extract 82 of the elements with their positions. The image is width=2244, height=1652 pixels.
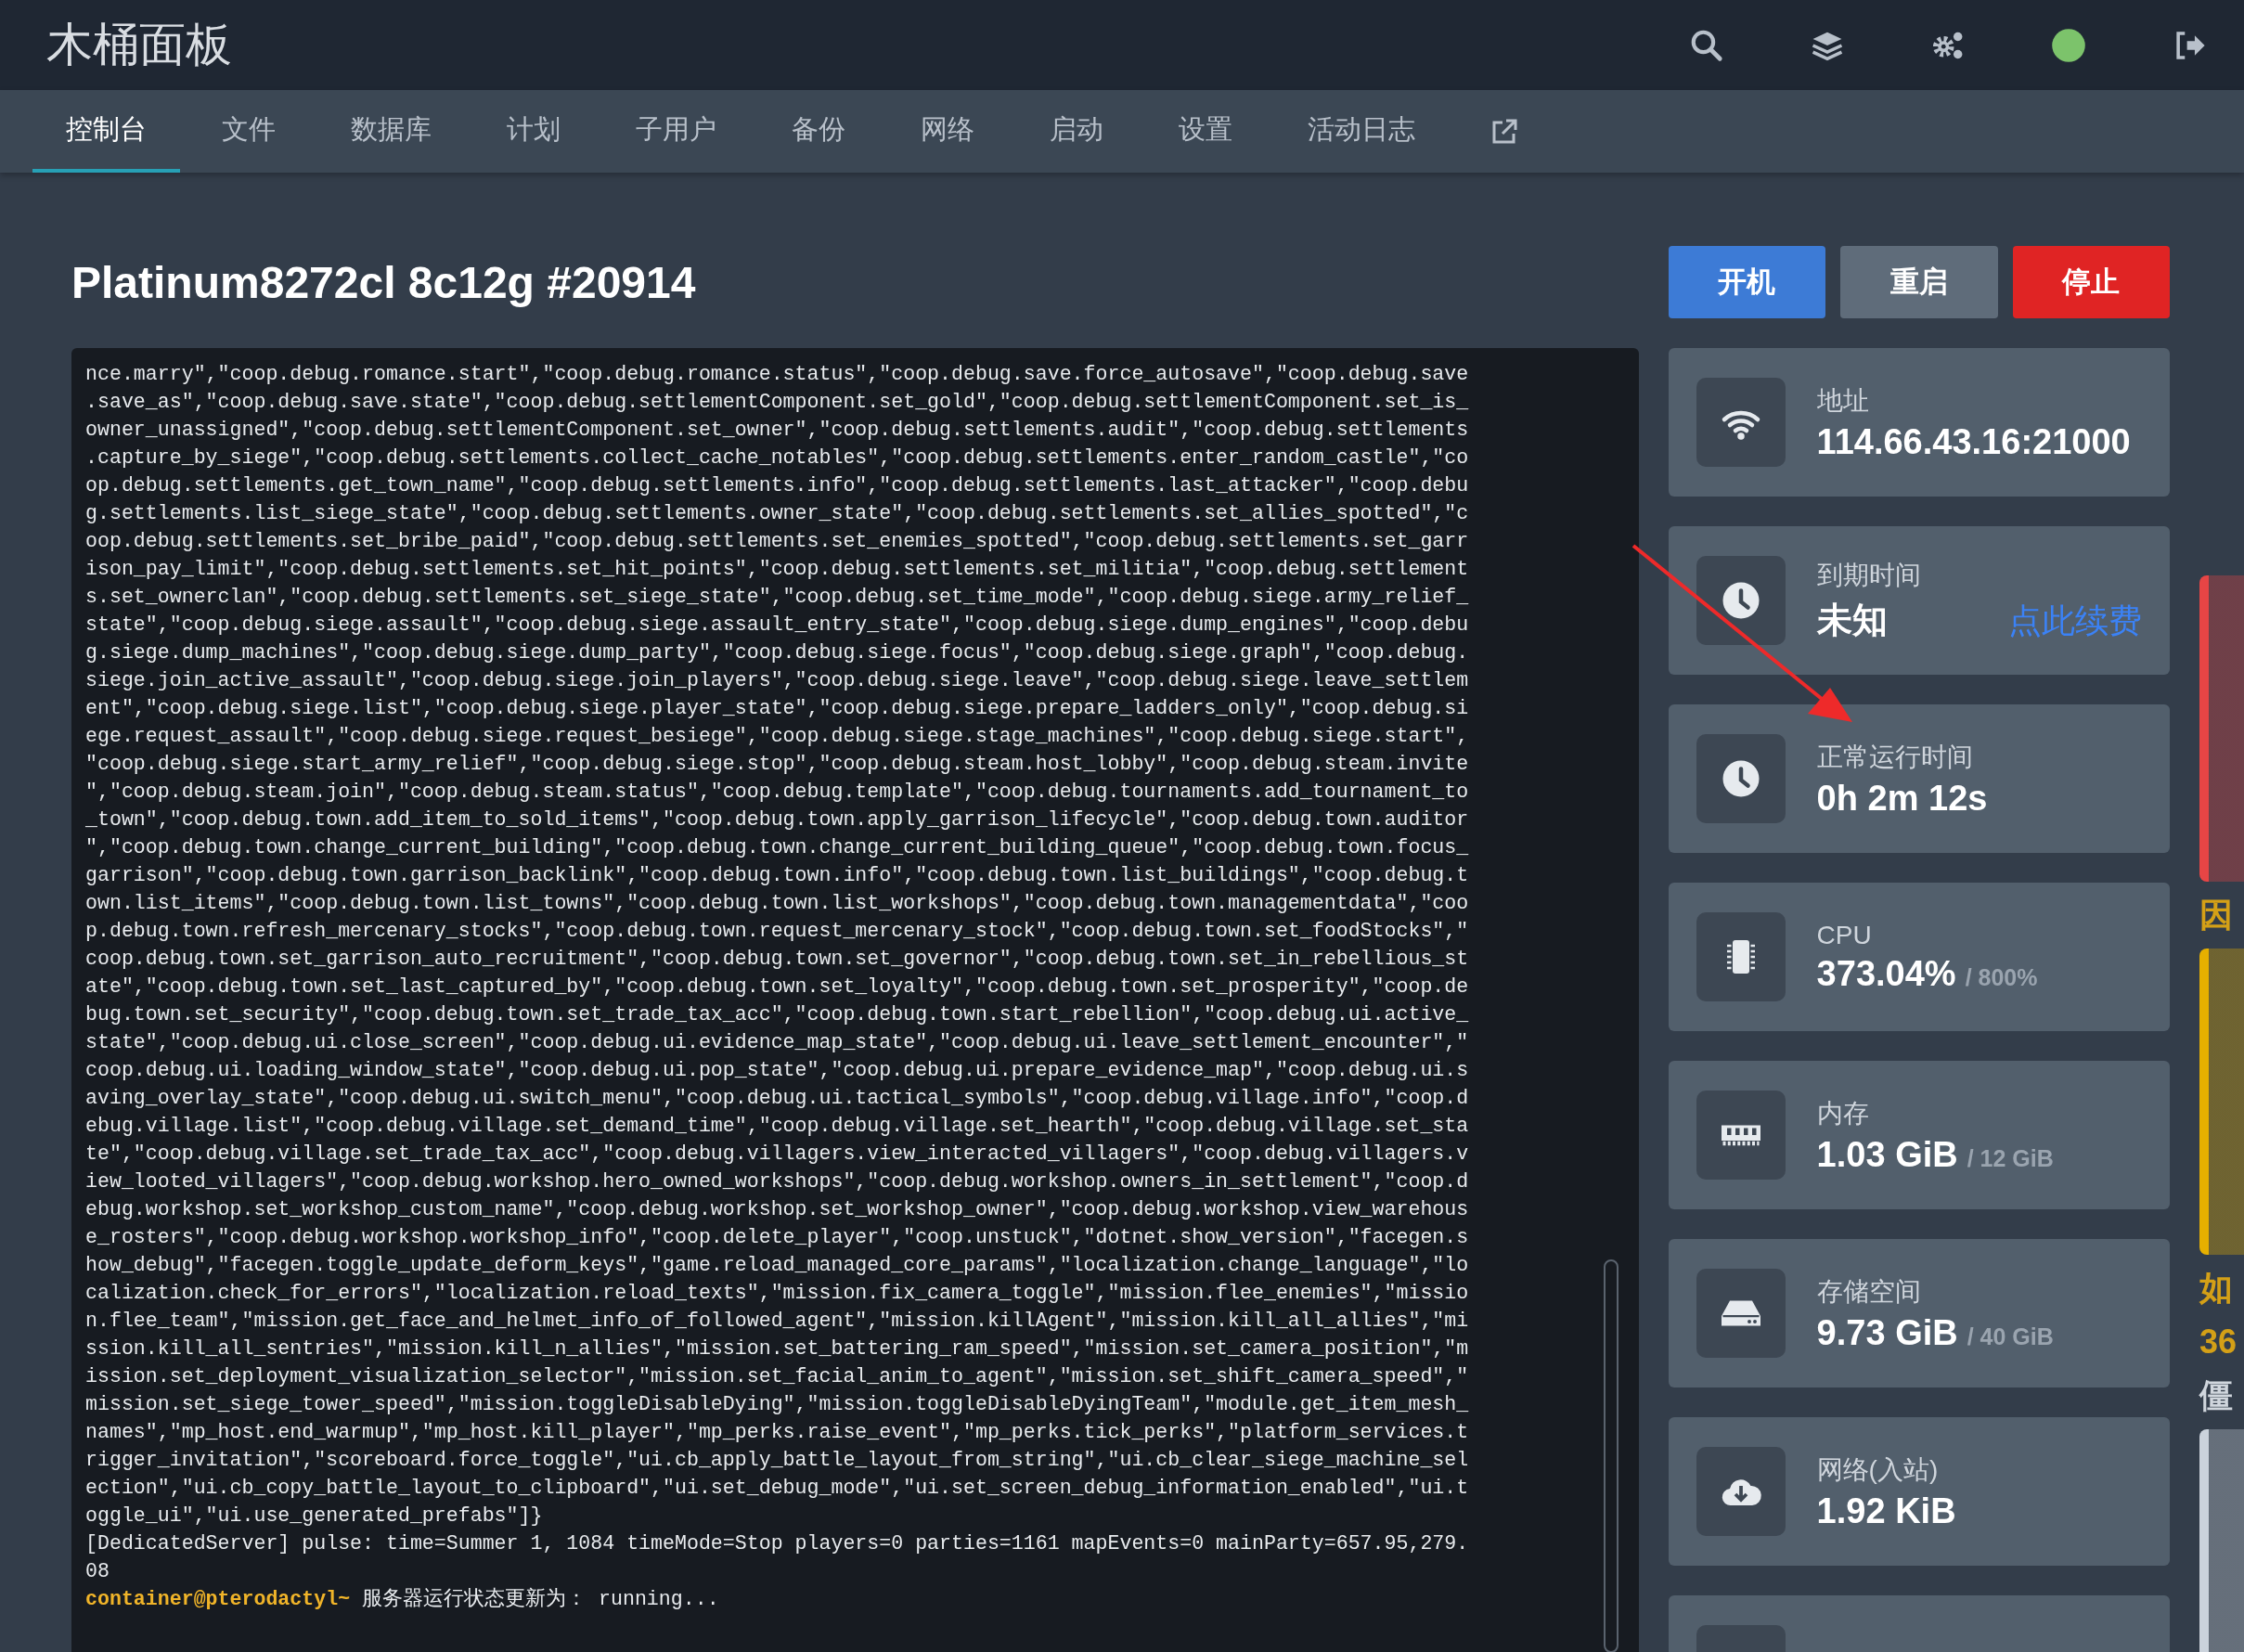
console-line: ission.set_deployment_visualization_selector","mission.set_facial_anim_to_agent","mission.set_shift_camera_speed"," [85,1364,1469,1389]
restart-button[interactable]: 重启 [1840,246,1998,318]
console-line: ebug.workshop.set_workshop_custom_name","coop.debug.workshop.set_workshop_owner","coop.debug.workshop.view_warehous [85,1197,1469,1222]
console-line: oop.debug.settlements.set_bribe_paid","coop.debug.settlements.set_enemies_spotted","coop.debug.settlements.set_garr [85,529,1469,554]
console-line: coop.debug.town.set_garrison_auto_recruitment","coop.debug.town.set_governor","coop.debug.town.set_in_rebellious_st [85,947,1469,972]
console-line: oggle_ui","ui.use_generated_prefabs"]} [85,1504,543,1529]
stat-value: 未知 [1816,599,1888,641]
console-line: siege.join_active_assault","coop.debug.siege.join_players","coop.debug.siege.leave","coop.debug.siege.leave_settlem [85,668,1469,693]
stat-label: 到期时间 [1816,559,1921,591]
stat-limit: / 800% [1965,963,2038,991]
console-line: aving_overlay_state","coop.debug.ui.switch_menu","coop.debug.ui.tactical_symbols","coop.debug.village.info","coop.d [85,1086,1469,1111]
console-line: coop.debug.ui.loading_window_state","coop.debug.ui.pop_state","coop.debug.ui.prepare_evidence_map","coop.debug.ui.s [85,1058,1469,1083]
console-line: calization.check_for_errors","localization.reload_texts","mission.fix_camera_toggle","mission.flee_enemies","missio [85,1281,1469,1306]
console-line: bug.town.set_security","coop.debug.town.set_trade_tax_acc","coop.debug.town.start_rebellion","coop.debug.ui.active_ [85,1002,1469,1027]
notice-text: 因 [2199,895,2234,936]
nav-tab[interactable]: 网络 [887,90,1008,173]
stat-label: 网络(入站) [1816,1453,1939,1486]
stat-label: CPU [1816,920,1872,950]
console-line: n.flee_team","mission.get_face_and_helmet_info_of_followed_agent","mission.killAgent","mission.kill_all_allies","mi [85,1309,1469,1334]
console-line: how_debug","facegen.toggle_update_deform_keys","game.reload_managed_core_params","localization.change_language","lo [85,1253,1469,1278]
nav-tab[interactable]: 子用户 [602,90,750,173]
stat-value: 1.03 GiB [1816,1134,1958,1175]
console-line: ","coop.debug.town.change_current_building","coop.debug.town.change_current_building_queue","coop.debug.town.focus_ [85,835,1469,860]
notice-text: 僵 [2199,1375,2234,1416]
console-line: ege.request_assault","coop.debug.siege.request_besiege","coop.debug.siege.stage_machines","coop.debug.siege.start", [85,724,1469,749]
start-button[interactable]: 开机 [1668,246,1826,318]
stat-limit: / 40 GiB [1967,1323,2054,1350]
notice-text: 36 [2199,1322,2238,1362]
nav-tab[interactable]: 计划 [473,90,594,173]
console-line: [DedicatedServer] pulse: time=Summer 1, 1084 timeMode=Stop players=0 parties=1161 mapEvents=0 mainParty=657.95,279. [85,1531,1469,1556]
console-line: ate","coop.debug.town.set_last_captured_by","coop.debug.town.set_loyalty","coop.debug.town.set_prosperity","coop.de [85,974,1469,1000]
console-line: iew_looted_villagers","coop.debug.workshop.hero_owned_workshops","coop.debug.workshop.owners_in_settlement","coop.d [85,1169,1469,1194]
nav-tab[interactable]: 数据库 [317,90,465,173]
notice-text: 如 [2199,1268,2234,1309]
console-line: ison_pay_limit","coop.debug.settlements.set_hit_points","coop.debug.settlements.set_militia","coop.debug.settlement [85,557,1469,582]
console-line: 08 [85,1559,110,1584]
console-line: nce.marry","coop.debug.romance.start","coop.debug.romance.status","coop.debug.save.force_autosave","coop.debug.save [85,362,1469,387]
nav-tab[interactable]: 文件 [188,90,309,173]
stat-value: 9.73 GiB [1816,1312,1958,1353]
console-line: names","mp_host.end_warmup","mp_host.kill_player","mp_perks.raise_event","mp_perks.tick_perks","platform_services.t [85,1420,1469,1445]
console-line: s.set_ownerclan","coop.debug.settlements.set_siege_state","coop.debug.set_time_mode","coop.debug.siege.army_relief_ [85,585,1469,610]
console-line: own.list_items","coop.debug.town.list_towns","coop.debug.town.list_workshops","coop.debug.town.managementdata","coo [85,891,1469,916]
stat-label: 正常运行时间 [1816,741,1973,773]
nav-tab[interactable]: 备份 [758,90,879,173]
console-line: ","coop.debug.steam.join","coop.debug.steam.status","coop.debug.template","coop.debug.tournaments.add_tournament_to [85,780,1469,805]
stat-value: 1.92 KiB [1816,1491,1956,1531]
console-line: e_rosters","coop.debug.workshop.workshop_info","coop.delete_player","coop.unstuck","dotnet.show_version","facegen.s [85,1225,1469,1250]
console-line: g.settlements.list_siege_state","coop.debug.settlements.owner_state","coop.debug.settlements.set_allies_spotted","c [85,501,1469,526]
nav-tab[interactable]: 设置 [1145,90,1266,173]
stat-label: 存储空间 [1816,1275,1921,1308]
console-line: garrison","coop.debug.town.garrison_backlink","coop.debug.town.info","coop.debug.town.list_buildings","coop.debug.t [85,863,1469,888]
console-line: state","coop.debug.ui.close_screen","coop.debug.ui.evidence_map_state","coop.debug.ui.leave_settlement_encounter"," [85,1030,1469,1055]
console-line: ssion.kill_all_sentries","mission.kill_n_allies","mission.set_battering_ram_speed","mission.set_camera_position","m [85,1336,1469,1362]
stat-limit: / 12 GiB [1967,1144,2054,1172]
console-line: ebug.village.list","coop.debug.village.set_demand_time","coop.debug.village.set_hearth","coop.debug.village.set_sta [85,1114,1469,1139]
server-title: Platinum8272cl 8c12g #20914 [71,256,697,309]
stop-button[interactable]: 停止 [2012,246,2170,318]
console-line: container@pterodactyl~ 服务器运行状态更新为： running... [85,1586,719,1612]
console-line: p.debug.town.refresh_mercenary_stocks","coop.debug.town.request_mercenary_stock","coop.debug.town.set_foodStocks"," [85,919,1469,944]
console-line: state","coop.debug.siege.assault","coop.debug.siege.assault_entry_state","coop.debug.siege.dump_engines","coop.debu [85,613,1469,638]
stat-label: 地址 [1816,384,1869,417]
stat-value: 0h 2m 12s [1816,778,1988,819]
nav-tab[interactable]: 控制台 [32,90,180,173]
console-line: .save_as","coop.debug.save.state","coop.debug.settlementComponent.set_gold","coop.debug.settlementComponent.set_is_ [85,390,1469,415]
console-line: owner_unassigned","coop.debug.settlementComponent.set_owner","coop.debug.settlements.audit","coop.debug.settlements [85,418,1469,443]
console-line: g.siege.dump_machines","coop.debug.siege.dump_party","coop.debug.siege.focus","coop.debug.siege.graph","coop.debug. [85,640,1469,665]
console-line: mission.set_siege_tower_speed","mission.toggleDisableDying","mission.toggleDisableDyingTeam","module.get_item_mesh_ [85,1392,1469,1417]
console-line: op.debug.settlements.get_town_name","coop.debug.settlements.info","coop.debug.settlements.last_attacker","coop.debu [85,473,1469,498]
nav-tab[interactable]: 启动 [1016,90,1137,173]
stat-value: 114.66.43.16:21000 [1816,421,2131,462]
stat-value: 373.04% [1816,953,1956,994]
console-line: rigger_invitation","scoreboard.force_toggle","ui.cb_apply_battle_layout_from_string","ui.cb_clear_siege_machine_sel [85,1448,1469,1473]
stat-label: 内存 [1816,1097,1869,1129]
console-line: ent","coop.debug.siege.list","coop.debug.siege.player_state","coop.debug.siege.prepare_ladders_only","coop.debug.si [85,696,1469,721]
nav-tab[interactable]: 活动日志 [1274,90,1449,173]
console-line: .capture_by_siege","coop.debug.settlements.collect_cache_notables","coop.debug.settlements.enter_random_castle","co [85,445,1469,471]
console-line: te","coop.debug.village.set_trade_tax_acc","coop.debug.villagers.view_interacted_villagers","coop.debug.villagers.v [85,1142,1469,1167]
scrollbar[interactable] [1603,1259,1619,1652]
console-line: _town","coop.debug.town.add_item_to_sold_items","coop.debug.town.apply_garrison_lifecycle","coop.debug.town.auditor [85,807,1469,832]
console-line: "coop.debug.siege.start_army_relief","coop.debug.siege.stop","coop.debug.steam.host_lobby","coop.debug.steam.invite [85,752,1469,777]
avatar[interactable] [2051,27,2086,63]
console-line: ection","ui.cb_copy_battle_layout_to_clipboard","ui.set_debug_mode","ui.set_screen_debug_information_enabled","ui.t [85,1476,1469,1501]
